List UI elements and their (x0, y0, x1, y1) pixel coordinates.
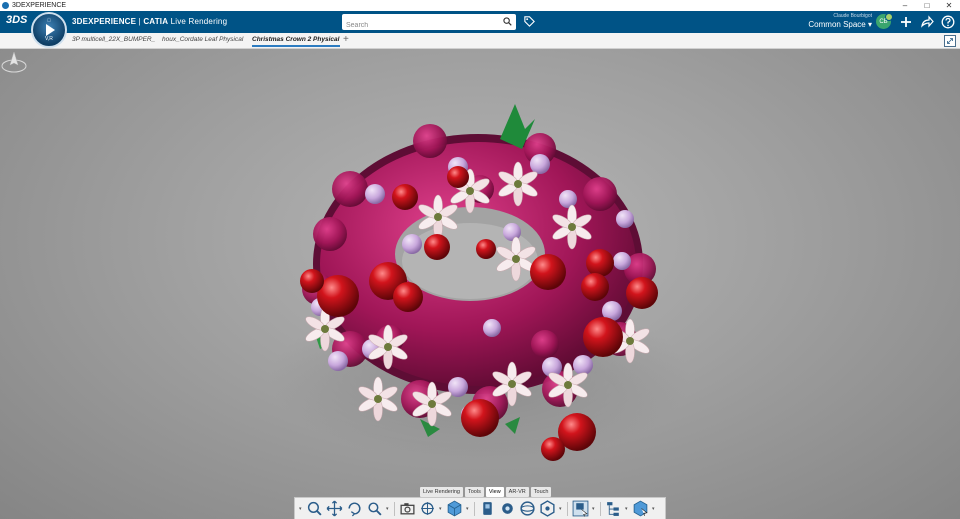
select-icon[interactable] (572, 500, 589, 517)
brand-main: 3DEXPERIENCE (72, 17, 137, 26)
section-tab-view[interactable]: View (485, 487, 504, 497)
action-bar-section-tabs: Live Rendering Tools View AR-VR Touch (420, 487, 552, 497)
zoom-fit-icon[interactable] (306, 500, 323, 517)
app-header: 3DS 3DEXPERIENCE | CATIA Live Rendering … (0, 11, 960, 33)
section-tab-tools[interactable]: Tools (465, 487, 484, 497)
compass-widget[interactable]: ◯ V,R (31, 12, 67, 48)
app-icon (2, 2, 9, 9)
document-tab-bar: 3P multicell_22X_BUMPER_ houx_Cordate Le… (0, 33, 960, 49)
maximize-icon[interactable]: □ (916, 0, 938, 11)
window-controls: – □ ✕ (894, 0, 960, 11)
cube-select-icon[interactable] (632, 500, 649, 517)
chevron-down-icon[interactable]: ▾ (466, 506, 470, 512)
toolbar-separator (474, 501, 475, 516)
os-title-bar: 3DEXPERIENCE – □ ✕ (0, 0, 960, 11)
search-icon[interactable] (503, 17, 512, 26)
user-info[interactable]: Claude Bourbigot Common Space ▾ (808, 13, 872, 29)
camera-icon[interactable] (399, 500, 416, 517)
brand-title: 3DEXPERIENCE | CATIA Live Rendering (72, 17, 227, 26)
chevron-down-icon[interactable]: ▾ (592, 506, 596, 512)
action-bar: ▾ ▾ ▾ ▾ ▾ ▾ ▾ ▾ (294, 497, 666, 519)
chevron-down-icon[interactable]: ▾ (299, 506, 303, 512)
pan-icon[interactable] (326, 500, 343, 517)
os-window-title: 3DEXPERIENCE (12, 2, 67, 9)
environment-icon[interactable] (519, 500, 536, 517)
brand-app: CATIA (143, 17, 169, 26)
view-orient-icon[interactable] (419, 500, 436, 517)
toolbar-separator (600, 501, 601, 516)
share-icon[interactable] (920, 15, 934, 29)
brand-role: Live Rendering (168, 17, 228, 26)
avatar[interactable]: CB (876, 13, 893, 29)
material-icon[interactable] (479, 500, 496, 517)
search-input[interactable] (346, 18, 496, 33)
light-icon[interactable] (499, 500, 516, 517)
section-tab-live-rendering[interactable]: Live Rendering (420, 487, 463, 497)
cube-icon[interactable] (446, 500, 463, 517)
3d-viewport[interactable] (0, 49, 960, 519)
close-icon[interactable]: ✕ (938, 0, 960, 11)
render-settings-icon[interactable] (539, 500, 556, 517)
chevron-down-icon[interactable]: ▾ (439, 506, 443, 512)
toolbar-separator (567, 501, 568, 516)
collab-space-label: Common Space (808, 20, 866, 29)
3d-compass-icon[interactable] (0, 49, 28, 77)
chevron-down-icon[interactable]: ▾ (559, 506, 563, 512)
user-name: Claude Bourbigot (833, 13, 872, 19)
compass-label: V,R (45, 36, 53, 42)
toolbar-separator (394, 501, 395, 516)
expand-icon[interactable] (944, 35, 956, 47)
section-tab-touch[interactable]: Touch (530, 487, 552, 497)
play-icon[interactable] (46, 24, 55, 36)
help-icon[interactable] (941, 15, 955, 29)
chevron-down-icon[interactable]: ▾ (625, 506, 629, 512)
zoom-icon[interactable] (366, 500, 383, 517)
chevron-down-icon: ▾ (867, 20, 872, 29)
avatar-initials: CB (879, 18, 888, 25)
compass-ring: ◯ (46, 17, 52, 22)
wreath-render (270, 104, 690, 464)
section-tab-ar-vr[interactable]: AR-VR (505, 487, 529, 497)
add-tab-icon[interactable]: + (343, 34, 349, 45)
add-icon[interactable] (899, 15, 913, 29)
tree-icon[interactable] (605, 500, 622, 517)
chevron-down-icon[interactable]: ▾ (652, 506, 656, 512)
tab-document-1[interactable]: 3P multicell_22X_BUMPER_ (72, 36, 158, 43)
chevron-down-icon[interactable]: ▾ (386, 506, 390, 512)
rotate-icon[interactable] (346, 500, 363, 517)
minimize-icon[interactable]: – (894, 0, 916, 11)
collab-space-dropdown[interactable]: Common Space ▾ (808, 20, 872, 29)
tag-icon[interactable] (523, 15, 536, 28)
tab-document-3[interactable]: Christmas Crown 2 Physical (252, 36, 340, 47)
tab-document-2[interactable]: houx_Cordate Leaf Physical (162, 36, 248, 43)
ds-logo-icon[interactable]: 3DS (6, 14, 27, 26)
search-box[interactable] (342, 14, 516, 33)
